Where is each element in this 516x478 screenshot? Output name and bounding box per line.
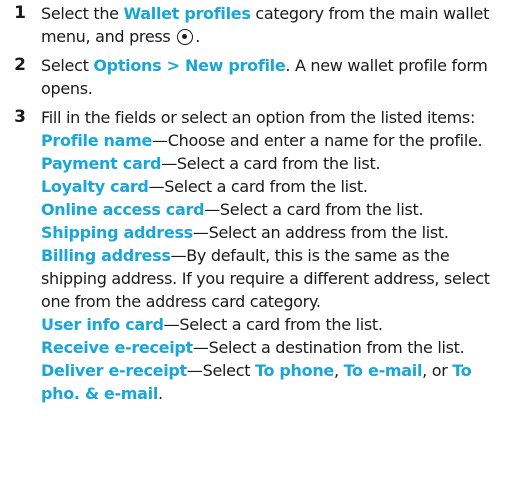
step-text: Fill in the fields or select an option f… [41, 106, 511, 405]
field-profile-name: Profile name—Choose and enter a name for… [41, 131, 483, 150]
step-text: Select the Wallet profiles category from… [41, 4, 490, 46]
wallet-profiles-keyword: Wallet profiles [123, 4, 251, 23]
field-user-info-card: User info card—Select a card from the li… [41, 315, 383, 334]
field-loyalty-card: Loyalty card—Select a card from the list… [41, 177, 368, 196]
step-1: 1 Select the Wallet profiles category fr… [6, 2, 511, 48]
step-intro: Fill in the fields or select an option f… [41, 108, 476, 127]
option-to-phone: To phone [254, 361, 334, 380]
step-number: 2 [14, 55, 26, 75]
step-3: 3 Fill in the fields or select an option… [6, 106, 511, 405]
field-deliver-e-receipt: Deliver e-receipt—Select To phone, To e-… [41, 361, 472, 403]
field-shipping-address: Shipping address—Select an address from … [41, 223, 449, 242]
field-payment-card: Payment card—Select a card from the list… [41, 154, 381, 173]
field-receive-e-receipt: Receive e-receipt—Select a destination f… [41, 338, 465, 357]
option-to-e-mail: To e-mail [343, 361, 423, 380]
field-billing-address: Billing address—By default, this is the … [41, 246, 490, 311]
step-number: 1 [14, 3, 26, 23]
options-new-profile-keyword: Options > New profile [93, 56, 286, 75]
navigation-key-icon [177, 29, 194, 45]
field-online-access-card: Online access card—Select a card from th… [41, 200, 424, 219]
step-number: 3 [14, 107, 26, 127]
step-2: 2 Select Options > New profile. A new wa… [6, 54, 511, 100]
step-text: Select Options > New profile. A new wall… [41, 56, 488, 98]
instruction-page: 1 Select the Wallet profiles category fr… [0, 0, 516, 478]
